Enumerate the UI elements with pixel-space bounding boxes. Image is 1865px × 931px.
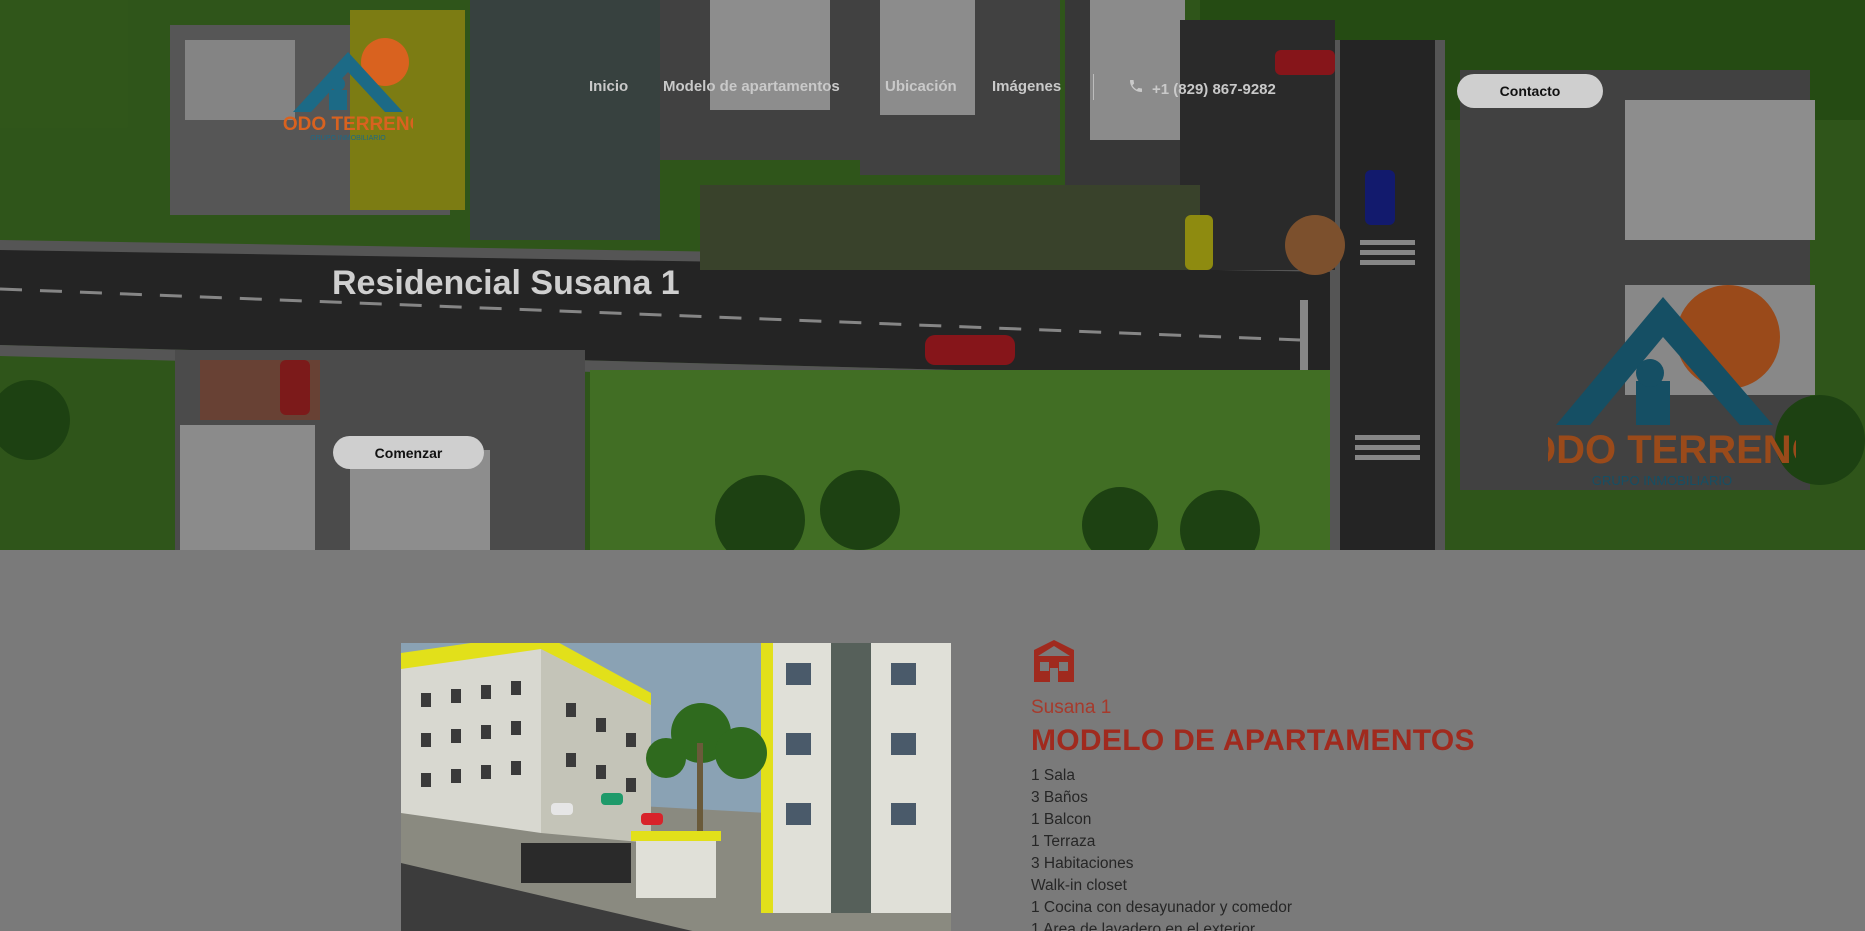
nav-item-inicio[interactable]: Inicio (589, 78, 628, 95)
hero-title: Residencial Susana 1 (332, 264, 680, 302)
building-render-image (401, 643, 951, 931)
feature-item: Walk-in closet (1031, 877, 1127, 894)
feature-item: 3 Habitaciones (1031, 855, 1134, 872)
feature-item: 1 Terraza (1031, 833, 1096, 850)
svg-text:TODO TERRENO: TODO TERRENO (283, 114, 413, 135)
nav-item-ubicacion[interactable]: Ubicación (885, 78, 957, 95)
phone-icon (1130, 80, 1142, 92)
apartment-model-section: Susana 1 MODELO DE APARTAMENTOS 1 Sala 3… (0, 550, 1865, 931)
svg-text:GRUPO INMOBILIARIO: GRUPO INMOBILIARIO (1592, 473, 1732, 488)
start-button[interactable]: Comenzar (333, 436, 484, 469)
phone-link[interactable]: +1 (829) 867-9282 (1128, 78, 1276, 98)
feature-item: 1 Cocina con desayunador y comedor (1031, 899, 1293, 916)
watermark-logo: TODO TERRENO GRUPO INMOBILIARIO (1548, 285, 1796, 488)
feature-item: 1 Area de lavadero en el exterior (1031, 921, 1256, 931)
nav-item-imagenes[interactable]: Imágenes (992, 78, 1061, 95)
features-list: 1 Sala 3 Baños 1 Balcon 1 Terraza 3 Habi… (1031, 765, 1292, 931)
hero-section: TODO TERRENO GRUPO INMOBILIARIO Inicio M… (0, 0, 1865, 550)
feature-item: 1 Balcon (1031, 811, 1092, 828)
contact-button[interactable]: Contacto (1457, 74, 1603, 108)
model-heading: MODELO DE APARTAMENTOS (1031, 724, 1475, 757)
svg-text:GRUPO INMOBILIARIO: GRUPO INMOBILIARIO (310, 135, 386, 142)
feature-item: 1 Sala (1031, 767, 1075, 784)
nav-item-modelo[interactable]: Modelo de apartamentos (663, 78, 840, 95)
house-icon (1034, 640, 1074, 682)
feature-item: 3 Baños (1031, 789, 1088, 806)
phone-number: +1 (829) 867-9282 (1152, 81, 1276, 98)
svg-text:TODO TERRENO: TODO TERRENO (1548, 428, 1796, 472)
nav-divider (1093, 74, 1094, 100)
model-subtitle: Susana 1 (1031, 697, 1112, 718)
